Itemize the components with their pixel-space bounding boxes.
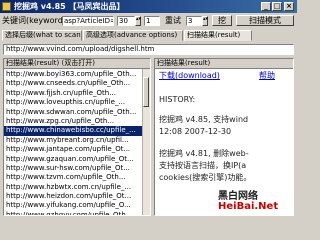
results-header: 扫描结果(result) (双击打开) bbox=[4, 59, 150, 69]
retry-stepper[interactable]: ▴▾ bbox=[202, 16, 208, 26]
tab-advance-options[interactable]: 高级选项(advance options) bbox=[83, 30, 183, 41]
watermark-cn: 黑白网络 bbox=[218, 191, 258, 202]
dig-button[interactable]: 挖 bbox=[212, 15, 232, 26]
result-row[interactable]: http://www.mybreant.org.cn/upfil... bbox=[4, 136, 143, 145]
app-icon bbox=[2, 2, 11, 11]
watermark-logo: 黑白网络 HeiBai.Net bbox=[218, 187, 294, 215]
result-row[interactable]: http://www.zpg.cn/upfile_Oth... bbox=[4, 117, 143, 126]
results-scrollbar[interactable] bbox=[142, 69, 150, 215]
scan-mode-button[interactable]: 扫描模式 bbox=[236, 15, 294, 26]
address-field[interactable]: http://www.vvind.com/upload/digshell.htm bbox=[3, 44, 294, 55]
result-row[interactable]: http://www.tzvm.com/upfile_Oth... bbox=[4, 173, 143, 182]
history-line-3: 挖掘鸡 v4.81, 删除web- bbox=[159, 149, 249, 158]
results-list[interactable]: 扫描结果(result) (双击打开) http://www.boyi363.c… bbox=[3, 58, 151, 216]
keyword-label: 关键词(keyword) bbox=[2, 16, 66, 25]
history-label: HISTORY: bbox=[159, 95, 196, 104]
app-window: 挖掘鸡 v4.85 【马凤宾出品】 _ □ × 关键词(keyword) asp… bbox=[0, 0, 297, 219]
download-link[interactable]: 下载(download) bbox=[159, 71, 220, 81]
result-row[interactable]: http://www.jantape.com/upfile_Ot... bbox=[4, 145, 143, 154]
history-line-5: cookies(搜索引擎)功能。 bbox=[159, 173, 252, 182]
result-row[interactable]: http://www.yifukang.com/upfile_O... bbox=[4, 201, 143, 210]
minimize-button[interactable]: _ bbox=[261, 2, 271, 11]
retry-input[interactable]: 3 bbox=[186, 16, 202, 26]
result-row[interactable]: http://www.gzaquan.com/upfile_Ot... bbox=[4, 155, 143, 164]
result-row[interactable]: http://www.chinawebisbo.cc/upfile_... bbox=[4, 126, 143, 136]
history-line-1: 挖掘鸡 v4.85, 支持wind bbox=[159, 115, 249, 124]
result-row[interactable]: http://www.boyi363.com/upfile_Oth... bbox=[4, 70, 143, 79]
history-line-2: 12:08 2007-12-30 bbox=[159, 127, 232, 136]
result-row[interactable]: http://www.fjjsh.cn/upfile_Oth... bbox=[4, 89, 143, 98]
window-title: 挖掘鸡 v4.85 【马凤宾出品】 bbox=[14, 2, 125, 11]
result-row[interactable]: http://www.sur-hsw.com/upfile_Ot... bbox=[4, 164, 143, 173]
keyword-input[interactable]: asp?ArticleID= bbox=[62, 16, 114, 26]
digits-input[interactable]: 30 bbox=[117, 16, 135, 26]
digits-stepper[interactable]: ▴▾ bbox=[135, 16, 141, 26]
scrollbar-thumb[interactable] bbox=[143, 77, 149, 107]
history-line-4: 支持按语言扫描，换IP(a bbox=[159, 161, 247, 170]
maximize-button[interactable]: □ bbox=[272, 2, 282, 11]
result-row[interactable]: http://www.loveupthis.cn/upfile_... bbox=[4, 98, 143, 107]
results-rows: http://www.boyi363.com/upfile_Oth... http… bbox=[4, 70, 143, 215]
count-input[interactable]: 1 bbox=[144, 16, 160, 26]
tab-what-to-scan[interactable]: 选择后缀(what to scan) bbox=[2, 30, 82, 41]
result-row[interactable]: http://www.sdwwan.com/upfile_Oth... bbox=[4, 108, 143, 117]
help-link[interactable]: 帮助 bbox=[259, 71, 275, 81]
watermark-en: HeiBai.Net bbox=[218, 201, 279, 212]
title-bar[interactable]: 挖掘鸡 v4.85 【马凤宾出品】 _ □ × bbox=[0, 0, 297, 13]
result-row[interactable]: http://www.gzhqyy.com/upfile_Oth... bbox=[4, 211, 143, 215]
detail-header: 扫描结果(result) bbox=[155, 59, 293, 69]
result-row[interactable]: http://www.heizdon.com/upfile_Ot... bbox=[4, 192, 143, 201]
retry-label: 重试 bbox=[165, 16, 181, 25]
tab-result[interactable]: 扫描结果(result) bbox=[184, 30, 252, 41]
close-button[interactable]: × bbox=[284, 2, 294, 11]
result-row[interactable]: http://www.cnseeds.cn/upfile_Oth... bbox=[4, 79, 143, 88]
result-row[interactable]: http://www.hzbwtx.com.cn/upfile_... bbox=[4, 183, 143, 192]
